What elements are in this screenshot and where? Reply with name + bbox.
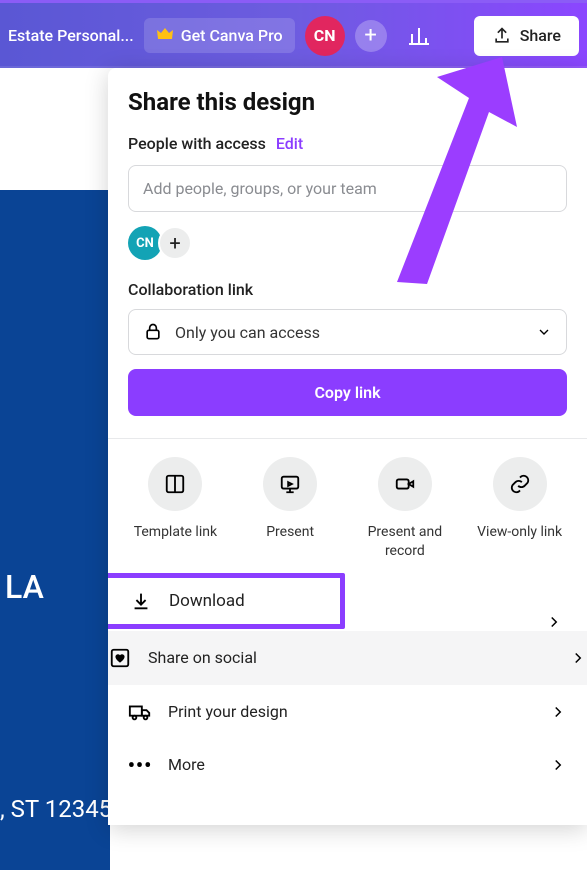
edit-access-link[interactable]: Edit — [276, 134, 303, 153]
crown-icon — [156, 26, 174, 45]
option-label: Download — [169, 591, 324, 611]
canvas-strip — [0, 92, 110, 190]
action-label: View-only link — [477, 523, 562, 542]
present-icon — [279, 473, 301, 495]
template-link-action[interactable]: Template link — [125, 457, 225, 561]
chevron-down-icon — [536, 324, 552, 340]
add-collaborator-button[interactable]: + — [158, 226, 192, 260]
copy-link-button[interactable]: Copy link — [128, 369, 567, 416]
chevron-right-icon — [549, 703, 567, 721]
present-action[interactable]: Present — [240, 457, 340, 561]
upload-icon — [492, 26, 512, 46]
option-label: More — [168, 755, 533, 774]
add-people-input[interactable] — [128, 165, 567, 212]
share-panel: Share this design People with access Edi… — [108, 68, 587, 825]
chevron-right-icon — [549, 756, 567, 774]
collab-access-value: Only you can access — [175, 323, 524, 342]
print-option[interactable]: Print your design — [108, 685, 587, 739]
share-social-option[interactable]: Share on social — [108, 631, 587, 685]
share-actions-grid: Template link Present Present and record… — [108, 439, 587, 573]
truck-icon — [128, 701, 152, 723]
collab-access-select[interactable]: Only you can access — [128, 309, 567, 355]
link-icon — [509, 473, 531, 495]
access-label: People with access — [128, 134, 266, 153]
lock-icon — [143, 322, 163, 342]
option-label: Print your design — [168, 702, 533, 721]
user-avatar[interactable]: CN — [305, 16, 345, 56]
download-chevron — [545, 613, 563, 635]
canvas-text-la: LA — [5, 568, 44, 606]
more-dots-icon: ••• — [128, 755, 153, 775]
canvas-text-addr: , ST 12345 — [0, 795, 112, 823]
download-icon — [130, 590, 152, 612]
chevron-right-icon — [569, 649, 587, 667]
bar-chart-icon — [407, 24, 431, 48]
document-title[interactable]: Estate Personal... — [8, 26, 134, 45]
view-only-link-action[interactable]: View-only link — [470, 457, 570, 561]
more-option[interactable]: ••• More — [108, 739, 587, 791]
share-button-label: Share — [520, 26, 561, 45]
get-pro-label: Get Canva Pro — [181, 26, 283, 45]
action-label: Template link — [134, 523, 217, 542]
record-icon — [394, 473, 416, 495]
share-button[interactable]: Share — [474, 16, 579, 56]
get-pro-button[interactable]: Get Canva Pro — [144, 18, 295, 53]
template-icon — [164, 473, 186, 495]
chevron-right-icon — [545, 613, 563, 631]
plus-icon: + — [364, 23, 376, 48]
download-option[interactable]: Download — [108, 573, 345, 629]
panel-title: Share this design — [128, 88, 567, 116]
collaborator-avatar[interactable]: CN — [128, 226, 162, 260]
canvas-design: LA , ST 12345 — [0, 190, 110, 870]
insights-button[interactable] — [397, 14, 441, 58]
collab-link-label: Collaboration link — [128, 280, 567, 299]
heart-icon — [109, 647, 131, 669]
plus-icon: + — [169, 231, 180, 255]
present-record-action[interactable]: Present and record — [355, 457, 455, 561]
action-label: Present and record — [355, 523, 455, 561]
add-member-button[interactable]: + — [355, 20, 387, 52]
top-bar: Estate Personal... Get Canva Pro CN + Sh… — [0, 0, 587, 68]
action-label: Present — [266, 523, 314, 542]
option-label: Share on social — [148, 648, 553, 667]
